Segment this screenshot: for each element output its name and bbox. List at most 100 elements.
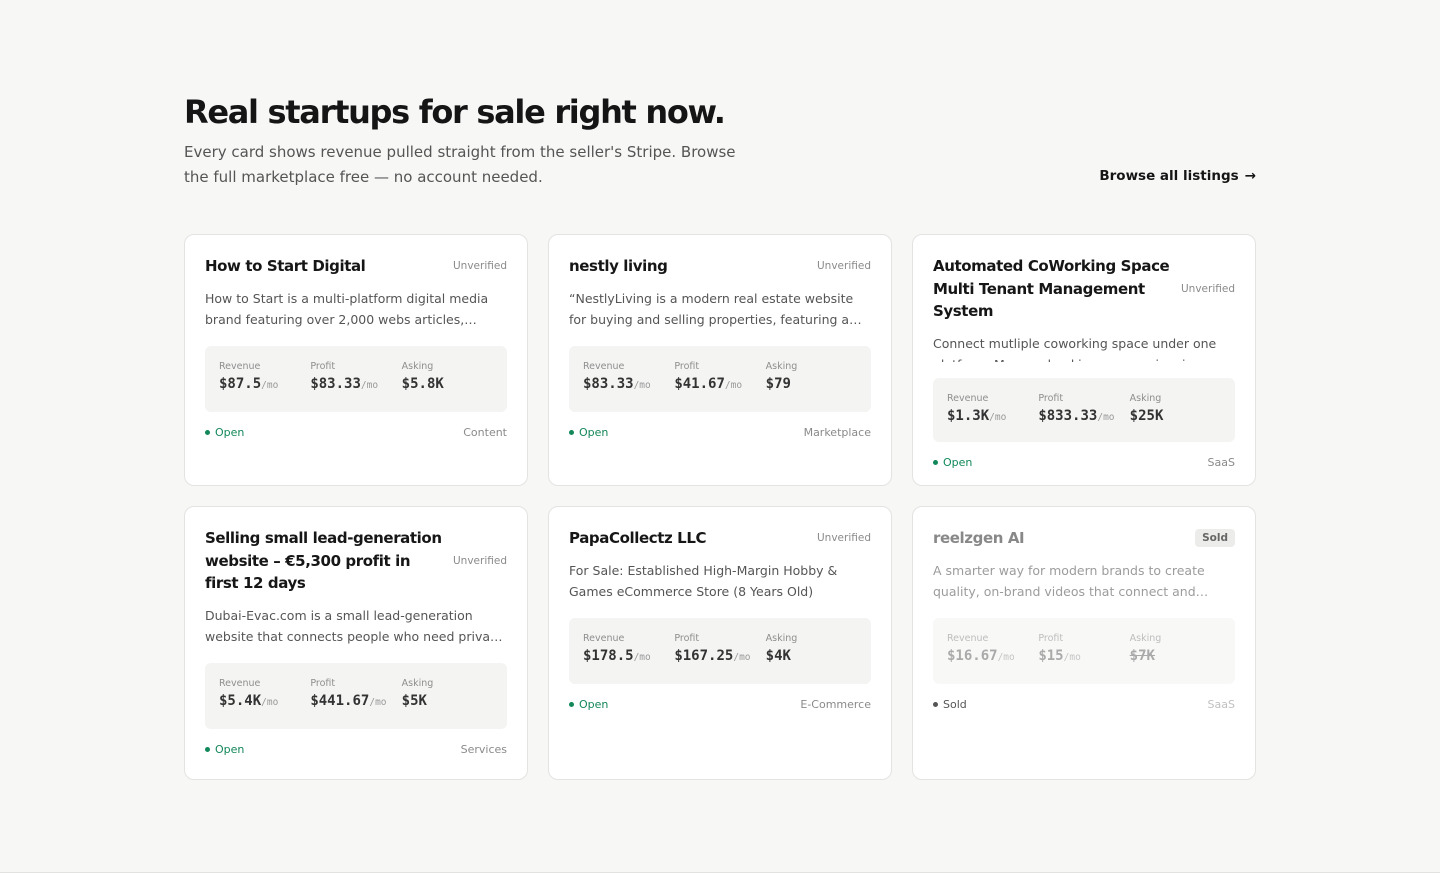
listings-section: Real startups for sale right now. Every … [184, 92, 1256, 780]
card-header: Automated CoWorking Space Multi Tenant M… [933, 255, 1235, 323]
status-dot-icon [569, 429, 574, 435]
listing-card[interactable]: How to Start Digital Unverified How to S… [184, 234, 528, 486]
revenue-stat: Revenue $83.33/mo [583, 360, 674, 398]
browse-all-listings-link[interactable]: Browse all listings → [1099, 168, 1256, 184]
listing-title: PapaCollectz LLC [569, 529, 707, 547]
profit-stat: Profit $83.33/mo [310, 360, 401, 398]
profit-label: Profit [310, 360, 336, 372]
asking-value: $4K [765, 647, 791, 664]
profit-label: Profit [1038, 632, 1064, 644]
category-label: E-Commerce [800, 697, 871, 711]
verification-badge: Unverified [453, 260, 507, 273]
asking-stat: Asking $79 [766, 360, 857, 398]
listing-stats: Revenue $16.67/mo Profit $15/mo Asking $… [933, 617, 1235, 684]
listing-stats: Revenue $87.5/mo Profit $83.33/mo Asking… [205, 345, 507, 412]
revenue-label: Revenue [947, 632, 989, 644]
asking-label: Asking [765, 632, 798, 644]
profit-stat: Profit $15/mo [1038, 632, 1129, 670]
card-header: nestly living Unverified [569, 255, 871, 278]
browse-all-listings-label: Browse all listings [1099, 168, 1239, 184]
listing-description: “NestlyLiving is a modern real estate we… [569, 290, 854, 327]
listing-card[interactable]: Selling small lead-generation website – … [184, 506, 528, 780]
revenue-label: Revenue [947, 393, 989, 404]
status-dot-icon [933, 460, 938, 465]
revenue-label: Revenue [583, 360, 625, 372]
profit-value: $167.25/mo [674, 647, 751, 664]
profit-value: $83.33/mo [310, 375, 379, 392]
profit-stat: Profit $441.67/mo [310, 677, 401, 715]
card-footer: Sold SaaS [933, 698, 1235, 711]
arrow-right-icon: → [1244, 168, 1256, 184]
asking-stat: Asking $7K [1130, 632, 1221, 670]
card-footer: Open E-Commerce [569, 698, 871, 711]
card-footer: Open Marketplace [569, 426, 871, 439]
listing-description: Connect mutliple coworking space under o… [933, 335, 1217, 363]
verification-badge: Unverified [453, 554, 507, 567]
listing-description: Dubai-Evac.com is a small lead-generatio… [205, 607, 503, 644]
status-dot-icon [205, 746, 210, 752]
listing-stats: Revenue $178.5/mo Profit $167.25/mo Aski… [569, 617, 871, 684]
listings-grid: How to Start Digital Unverified How to S… [184, 234, 1256, 780]
card-header: reelzgen AI Sold [933, 527, 1235, 550]
asking-label: Asking [1129, 632, 1162, 644]
revenue-value: $16.67/mo [947, 647, 1015, 664]
category-label: Services [460, 742, 507, 756]
asking-stat: Asking $5K [402, 677, 493, 715]
status-dot-icon [933, 701, 938, 707]
asking-label: Asking [1129, 393, 1162, 404]
revenue-value: $87.5/mo [219, 375, 279, 392]
revenue-stat: Revenue $87.5/mo [219, 360, 310, 398]
status-badge: Open [569, 426, 608, 439]
category-label: Content [463, 425, 507, 439]
asking-label: Asking [401, 677, 434, 689]
profit-stat: Profit $41.67/mo [674, 360, 765, 398]
listing-card[interactable]: nestly living Unverified “NestlyLiving i… [548, 234, 892, 486]
listing-card[interactable]: Automated CoWorking Space Multi Tenant M… [912, 234, 1256, 486]
verification-badge: Unverified [1181, 282, 1235, 295]
header-text: Real startups for sale right now. Every … [184, 92, 764, 190]
profit-stat: Profit $167.25/mo [674, 632, 765, 670]
revenue-value: $1.3K/mo [947, 408, 1007, 424]
section-header: Real startups for sale right now. Every … [184, 92, 1256, 190]
revenue-stat: Revenue $5.4K/mo [219, 677, 310, 715]
card-footer: Open SaaS [933, 456, 1235, 469]
listing-card[interactable]: PapaCollectz LLC Unverified For Sale: Es… [548, 506, 892, 780]
listing-card[interactable]: reelzgen AI Sold A smarter way for moder… [912, 506, 1256, 780]
category-label: SaaS [1207, 697, 1235, 711]
listing-stats: Revenue $5.4K/mo Profit $441.67/mo Askin… [205, 662, 507, 729]
profit-label: Profit [674, 632, 700, 644]
status-badge: Sold [933, 698, 967, 711]
listing-description: A smarter way for modern brands to creat… [933, 562, 1205, 599]
revenue-label: Revenue [219, 360, 261, 372]
verification-badge: Unverified [817, 260, 871, 273]
profit-label: Profit [310, 677, 336, 689]
profit-value: $41.67/mo [674, 375, 743, 392]
profit-value: $441.67/mo [310, 692, 387, 709]
card-header: Selling small lead-generation website – … [205, 527, 507, 595]
revenue-label: Revenue [219, 677, 261, 689]
card-header: How to Start Digital Unverified [205, 255, 507, 278]
listing-stats: Revenue $1.3K/mo Profit $833.33/mo Askin… [933, 378, 1235, 442]
profit-value: $15/mo [1038, 647, 1081, 664]
listing-title: Automated CoWorking Space Multi Tenant M… [933, 257, 1170, 320]
asking-value: $5K [401, 692, 427, 709]
card-footer: Open Content [205, 426, 507, 439]
revenue-stat: Revenue $178.5/mo [583, 632, 674, 670]
revenue-value: $178.5/mo [583, 647, 651, 664]
listing-title: Selling small lead-generation website – … [205, 529, 442, 592]
revenue-stat: Revenue $1.3K/mo [947, 392, 1038, 428]
profit-label: Profit [674, 360, 700, 372]
listing-title: How to Start Digital [205, 257, 366, 275]
revenue-value: $83.33/mo [583, 375, 651, 392]
asking-value: $5.8K [401, 375, 444, 392]
sold-badge: Sold [1195, 529, 1235, 548]
revenue-value: $5.4K/mo [219, 692, 279, 709]
status-badge: Open [205, 426, 244, 439]
status-badge: Open [205, 743, 244, 756]
category-label: SaaS [1207, 456, 1235, 469]
profit-stat: Profit $833.33/mo [1038, 392, 1129, 428]
verification-badge: Unverified [817, 532, 871, 545]
listing-title: nestly living [569, 257, 668, 275]
listing-description: For Sale: Established High-Margin Hobby … [569, 562, 838, 599]
page-subtitle: Every card shows revenue pulled straight… [184, 143, 736, 186]
